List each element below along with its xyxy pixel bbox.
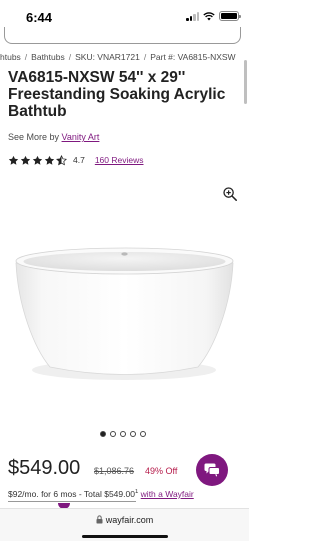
star-icon: [20, 155, 31, 165]
browser-url-bar[interactable]: wayfair.com: [0, 508, 249, 541]
rating-value: 4.7: [73, 155, 85, 165]
sale-price: $549.00: [8, 457, 81, 479]
cellular-signal-icon: [186, 11, 199, 21]
product-image[interactable]: [0, 236, 249, 386]
home-indicator[interactable]: [82, 535, 168, 538]
breadcrumb-item[interactable]: htubs: [0, 52, 21, 62]
divider: [8, 501, 136, 502]
search-input[interactable]: [4, 27, 241, 44]
carousel-dot[interactable]: [130, 431, 136, 437]
chat-icon: [204, 463, 220, 477]
wifi-icon: [203, 11, 215, 20]
carousel-dot[interactable]: [120, 431, 126, 437]
financing-text: $92/mo. for 6 mos - Total $549.00: [8, 489, 135, 499]
product-title: VA6815-NXSW 54'' x 29'' Freestanding Soa…: [8, 69, 226, 120]
carousel-dot[interactable]: [110, 431, 116, 437]
lock-icon: [96, 515, 103, 524]
star-icon: [44, 155, 55, 165]
discount-badge: 49% Off: [145, 466, 178, 476]
see-more-by: See More by Vanity Art: [8, 132, 99, 142]
was-price: $1,086.76: [94, 466, 135, 476]
breadcrumb-sku: SKU: VNAR1721: [75, 52, 140, 62]
star-rating: [8, 154, 67, 166]
breadcrumb: htubs / Bathtubs / SKU: VNAR1721/Part #: VA6…: [0, 52, 236, 62]
status-icons: [186, 11, 241, 21]
financing-footnote: 1: [134, 489, 139, 496]
status-bar: 6:44: [0, 0, 249, 30]
brand-link[interactable]: Vanity Art: [62, 132, 100, 142]
half-star-icon: [56, 154, 67, 165]
financing-link[interactable]: with a Wayfair: [141, 489, 194, 499]
star-icon: [32, 155, 43, 165]
chat-button[interactable]: [196, 454, 228, 486]
see-more-label: See More by: [8, 132, 60, 142]
carousel-dot[interactable]: [100, 431, 106, 437]
zoom-in-icon[interactable]: [223, 187, 237, 201]
scroll-indicator: [244, 60, 247, 104]
star-icon: [8, 155, 19, 165]
url-display[interactable]: wayfair.com: [0, 515, 249, 525]
battery-icon: [219, 11, 241, 21]
financing-offer: $92/mo. for 6 mos - Total $549.001 with …: [8, 489, 249, 499]
reviews-link[interactable]: 160 Reviews: [95, 155, 144, 165]
rating[interactable]: 4.7 160 Reviews: [8, 154, 144, 166]
breadcrumb-part-number: Part #: VA6815-NXSW: [150, 52, 236, 62]
carousel-dot[interactable]: [140, 431, 146, 437]
breadcrumb-item[interactable]: Bathtubs: [31, 52, 65, 62]
carousel-dots: [100, 431, 146, 437]
status-time: 6:44: [26, 10, 53, 25]
url-text: wayfair.com: [105, 515, 154, 525]
